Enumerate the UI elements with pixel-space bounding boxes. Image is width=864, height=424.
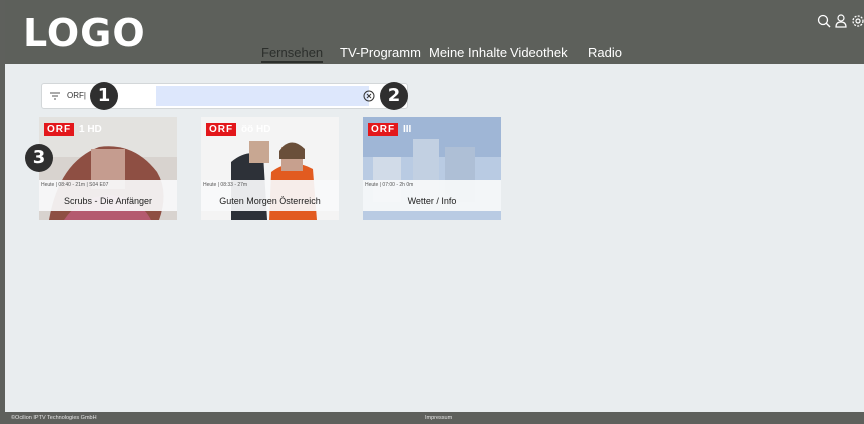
card-title: Guten Morgen Österreich	[219, 196, 321, 206]
search-input[interactable]: ORF|	[67, 91, 86, 100]
copyright-text: ©Ocilion IPTV Technologies GmbH	[11, 415, 97, 421]
logo[interactable]: LOGO	[23, 11, 146, 55]
nav-tv-programm[interactable]: TV-Programm	[340, 45, 421, 60]
card-title: Wetter / Info	[407, 196, 457, 206]
footer: ©Ocilion IPTV Technologies GmbH Impressu…	[5, 412, 864, 424]
result-card[interactable]: ORF öö HD Heute | 08:33 - 27m Guten Morg…	[201, 117, 339, 220]
channel-logo: ORF	[206, 123, 237, 136]
result-card[interactable]: ORF 1 HD Heute | 08:40 - 21m | S04 E07 S…	[39, 117, 177, 220]
nav-radio[interactable]: Radio	[588, 45, 622, 60]
top-header: LOGO Fernsehen TV-Programm Meine Inhalte…	[5, 0, 864, 64]
channel-suffix: III	[403, 124, 412, 135]
nav-meine-inhalte[interactable]: Meine Inhalte	[429, 45, 507, 60]
card-meta: Heute | 07:00 - 2h 0m	[365, 182, 414, 188]
settings-icon[interactable]	[851, 14, 864, 28]
channel-suffix: öö HD	[241, 124, 271, 135]
imprint-link[interactable]: Impressum	[425, 415, 452, 421]
callout-marker-3: 3	[25, 144, 53, 172]
filter-icon[interactable]	[49, 90, 61, 102]
channel-suffix: 1 HD	[79, 124, 102, 135]
channel-logo: ORF	[44, 123, 75, 136]
result-card[interactable]: ORF III Heute | 07:00 - 2h 0m Wetter / I…	[363, 117, 501, 220]
clear-icon[interactable]	[363, 90, 375, 102]
card-meta: Heute | 08:40 - 21m | S04 E07	[41, 182, 109, 188]
card-info: Heute | 08:33 - 27m Guten Morgen Österre…	[201, 180, 339, 211]
card-info: Heute | 07:00 - 2h 0m Wetter / Info	[363, 180, 501, 211]
card-info: Heute | 08:40 - 21m | S04 E07 Scrubs - D…	[39, 180, 177, 211]
callout-marker-2: 2	[380, 82, 408, 110]
user-icon[interactable]	[835, 14, 847, 28]
header-actions	[814, 14, 864, 30]
nav-fernsehen[interactable]: Fernsehen	[261, 45, 324, 63]
callout-marker-1: 1	[90, 82, 118, 110]
search-icon[interactable]	[817, 14, 831, 28]
nav-videothek[interactable]: Videothek	[510, 45, 568, 60]
card-title: Scrubs - Die Anfänger	[63, 196, 153, 206]
search-text-highlight	[156, 86, 369, 106]
channel-logo: ORF	[368, 123, 399, 136]
card-meta: Heute | 08:33 - 27m	[203, 182, 248, 188]
